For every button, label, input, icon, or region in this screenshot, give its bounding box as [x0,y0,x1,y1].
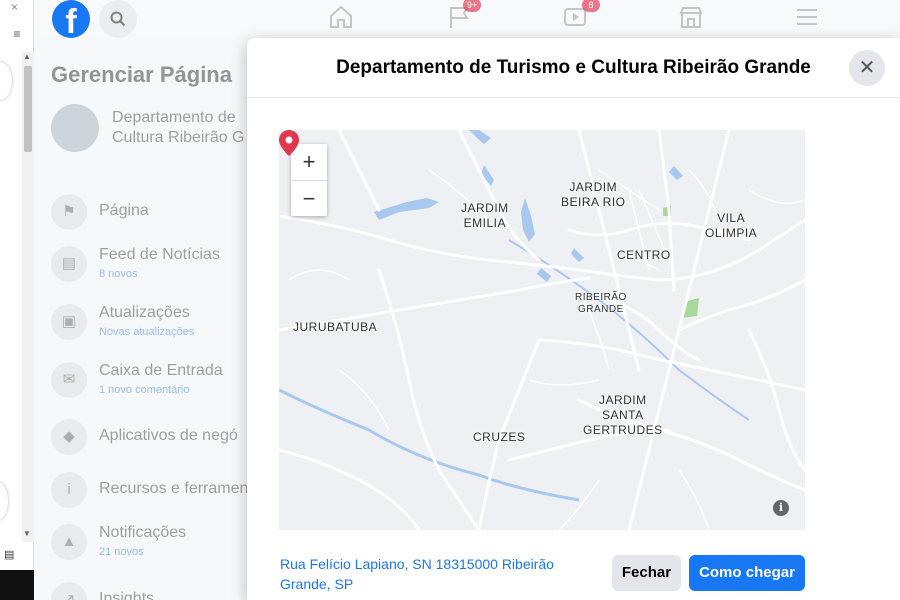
sidebar-item-business-apps[interactable]: ◆ Aplicativos de negó [51,417,251,457]
map-label-jardim-santa-gertrudes: JARDIM SANTA GERTRUDES [583,393,663,437]
sidebar-item-page[interactable]: ⚑ Página [51,192,251,232]
facebook-logo-icon[interactable]: f [52,0,90,38]
map-label-jurubatuba: JURUBATUBA [293,320,378,334]
side-circle-button[interactable] [0,62,12,100]
sidebar-item-notifications[interactable]: ▲ Notificações 21 novos [51,522,251,562]
search-icon[interactable] [99,0,137,38]
page-name-line2: Cultura Ribeirão G [112,129,245,146]
map-label-jardim-beira-rio: JARDIM BEIRA RIO [561,180,626,209]
home-icon[interactable] [326,4,356,32]
video-badge: 8 [582,0,600,12]
info-icon: i [51,472,87,508]
map-info-icon[interactable]: i [773,500,789,516]
map-label-cruzes: CRUZES [473,430,526,444]
taskbar-edge [0,570,34,600]
sidebar-item-label: Atualizações [99,304,190,321]
marketplace-icon[interactable] [676,4,706,32]
panel-title: Gerenciar Página [51,62,232,87]
get-directions-button[interactable]: Como chegar [689,555,805,591]
browser-side-strip: × ≡ ▲ ▼ ▤ [0,0,34,600]
sidebar-item-inbox[interactable]: ✉ Caixa de Entrada 1 novo comentário [51,360,251,400]
sidebar-item-sub: 8 novos [99,268,138,280]
sidebar-item-label: Página [99,202,149,219]
location-pin-icon[interactable] [279,130,299,156]
dialog-title: Departamento de Turismo e Cultura Ribeir… [336,57,811,78]
sidebar-item-label: Caixa de Entrada [99,362,223,379]
bell-icon: ▲ [51,524,87,560]
scroll-down-icon[interactable]: ▼ [23,529,31,538]
tray-icon[interactable]: ▤ [4,548,14,561]
sidebar-item-insights[interactable]: ↗ Insights [51,580,251,600]
sidebar-item-sub: 1 novo comentário [99,384,190,396]
sidebar-item-updates[interactable]: ▣ Atualizações Novas atualizações [51,302,251,342]
flag-badge: 9+ [463,0,482,12]
menu-icon[interactable] [792,4,822,32]
insights-icon: ↗ [51,582,87,600]
close-button[interactable]: Fechar [612,555,681,591]
apps-icon: ◆ [51,419,87,455]
sidebar-item-label: Notificações [99,524,187,541]
close-dialog-button[interactable]: ✕ [849,50,885,86]
sidebar-item-news-feed[interactable]: ▤ Feed de Notícias 8 novos [51,244,251,284]
map-view[interactable]: + − JARDIM EMILIA JARDIM BEIRA RIO VILA … [279,130,805,530]
page-name[interactable]: Departamento de Cultura Ribeirão G [112,108,252,148]
dialog-header: Departamento de Turismo e Cultura Ribeir… [247,38,900,98]
zoom-out-button[interactable]: − [291,180,327,216]
scrollbar-thumb[interactable] [24,66,32,152]
feed-icon: ▤ [51,246,87,282]
map-label-centro: CENTRO [617,248,671,262]
close-icon[interactable]: × [11,0,18,14]
sidebar-item-label: Aplicativos de negó [99,427,238,444]
address-link[interactable]: Rua Felício Lapiano, SN 18315000 Ribeirã… [280,554,590,594]
side-circle-button-2[interactable] [0,482,8,520]
map-label-ribeirao-grande: RIBEIRÃO GRANDE [575,292,627,315]
inbox-icon: ✉ [51,362,87,398]
scroll-up-icon[interactable]: ▲ [23,52,31,61]
sidebar-item-label: Recursos e ferramen [99,480,249,497]
page-avatar[interactable] [51,104,99,152]
hamburger-icon[interactable]: ≡ [7,27,27,45]
sidebar-item-sub: Novas atualizações [99,326,195,338]
page-name-line1: Departamento de [112,109,236,126]
sidebar-item-label: Feed de Notícias [99,246,220,263]
sidebar-item-label: Insights [99,590,155,600]
flag-icon: ⚑ [51,194,87,230]
close-icon: ✕ [858,57,876,79]
map-label-jardim-emilia: JARDIM EMILIA [461,201,509,230]
location-dialog: Departamento de Turismo e Cultura Ribeir… [247,38,900,600]
updates-icon: ▣ [51,304,87,340]
sidebar-item-resources[interactable]: i Recursos e ferramen [51,470,251,510]
sidebar-item-sub: 21 novos [99,546,144,558]
map-label-vila-olimpia: VILA OLIMPIA [705,211,758,240]
